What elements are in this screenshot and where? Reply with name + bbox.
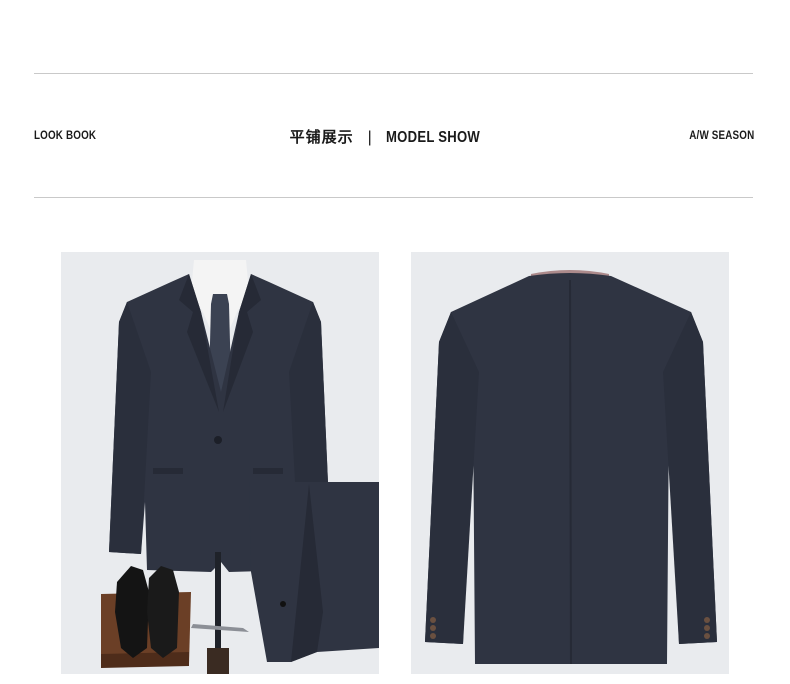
section-title-en: MODEL SHOW (385, 129, 480, 146)
title-separator: | (367, 129, 372, 146)
bottom-divider (34, 197, 753, 198)
suit-front-image[interactable] (61, 252, 379, 674)
top-divider (34, 73, 753, 74)
suit-front-illustration (61, 252, 379, 674)
section-title: 平铺展示 | MODEL SHOW (0, 126, 790, 147)
suit-back-image[interactable] (411, 252, 729, 674)
section-title-cn: 平铺展示 (289, 128, 354, 146)
season-label: A/W SEASON (688, 128, 754, 142)
suit-back-illustration (411, 252, 729, 674)
